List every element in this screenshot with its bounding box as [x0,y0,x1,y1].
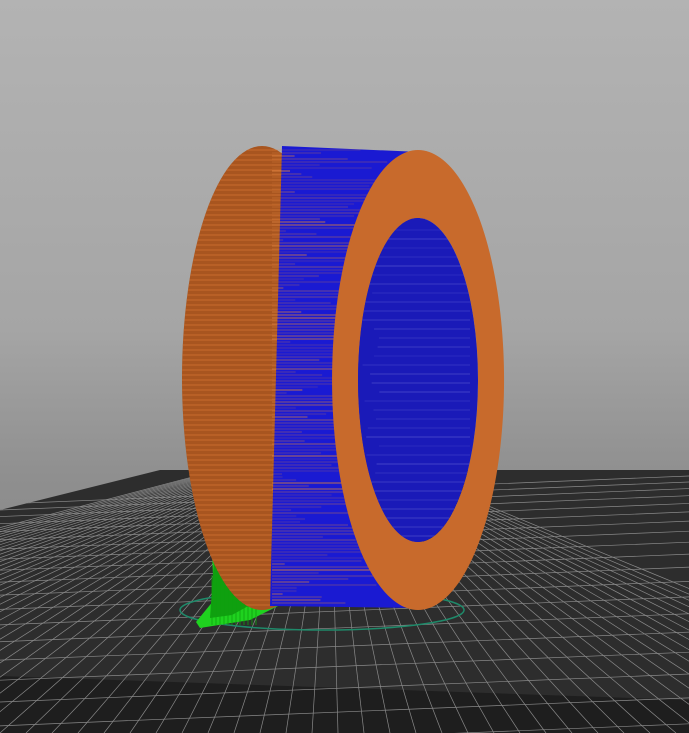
ring-front-face [332,150,505,610]
scene-canvas[interactable] [0,0,689,733]
3d-preview-viewport[interactable] [0,0,689,733]
